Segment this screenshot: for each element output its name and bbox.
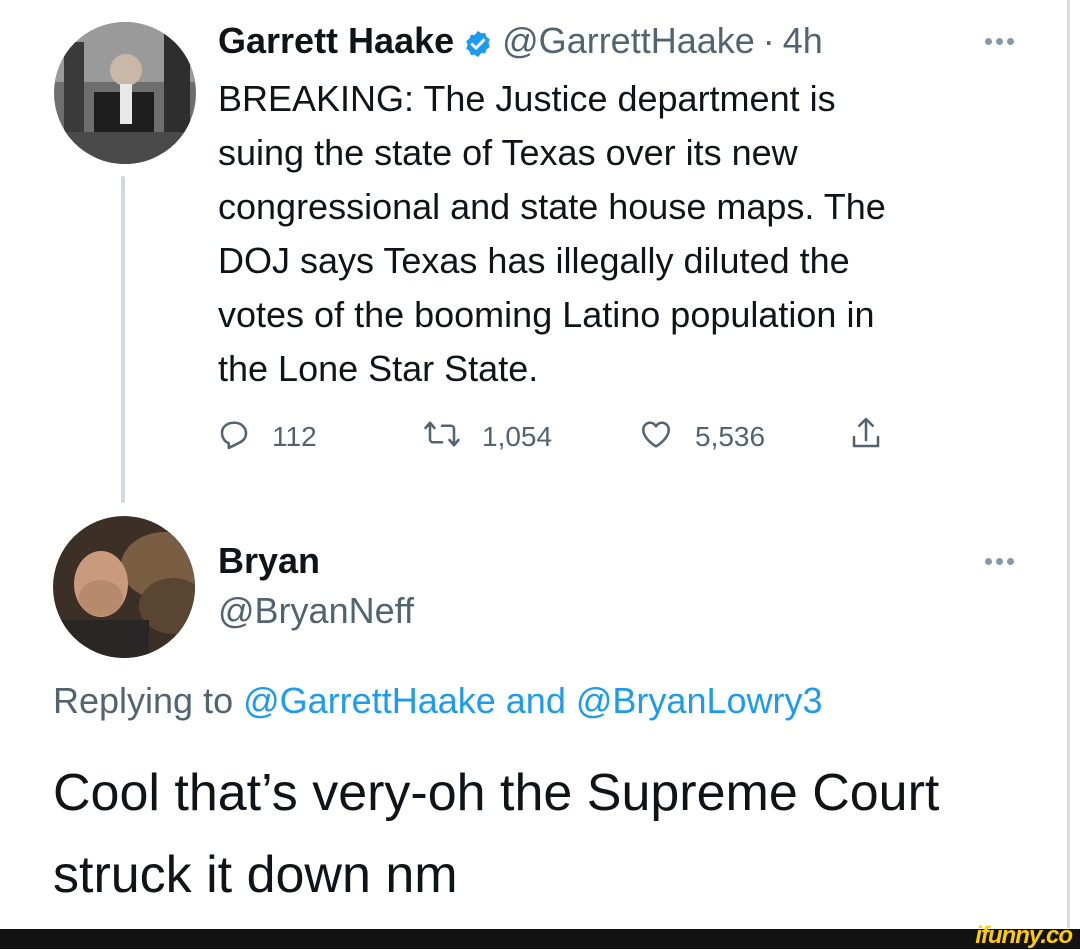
tweet-header: Garrett Haake @GarrettHaake · 4h bbox=[218, 17, 823, 65]
reply-author-name[interactable]: Bryan bbox=[218, 540, 320, 582]
like-button[interactable]: 5,536 bbox=[637, 413, 765, 461]
reply-author-handle[interactable]: @BryanNeff bbox=[218, 590, 414, 632]
reply-count: 112 bbox=[272, 421, 317, 452]
share-button[interactable] bbox=[848, 413, 904, 461]
bryan-avatar[interactable] bbox=[53, 516, 195, 658]
watermark-bar bbox=[0, 929, 1080, 949]
retweet-button[interactable]: 1,054 bbox=[422, 413, 552, 461]
verified-badge-icon bbox=[463, 26, 493, 58]
retweet-icon bbox=[422, 416, 482, 459]
garrett-haake-avatar[interactable] bbox=[54, 22, 196, 164]
right-edge-rule bbox=[1067, 0, 1070, 928]
reply-text: Cool that’s very-oh the Supreme Court st… bbox=[53, 764, 940, 904]
replying-to-line: Replying to @GarrettHaake and @BryanLowr… bbox=[53, 680, 823, 722]
tweet-action-bar: 112 1,054 5,536 bbox=[216, 413, 896, 461]
tweet-timestamp[interactable]: 4h bbox=[783, 20, 823, 62]
replying-prefix: Replying to bbox=[53, 680, 234, 721]
thread-connector-line bbox=[121, 176, 125, 503]
reply-more-options-icon[interactable] bbox=[985, 558, 1014, 565]
like-icon bbox=[637, 416, 695, 459]
reply-button[interactable]: 112 bbox=[216, 413, 317, 461]
mention-link-bryanlowry3[interactable]: @BryanLowry3 bbox=[576, 680, 823, 721]
reply-icon bbox=[216, 416, 272, 459]
header-separator: · bbox=[762, 20, 775, 61]
tweet-more-options-icon[interactable] bbox=[985, 38, 1014, 45]
tweet-author-handle[interactable]: @GarrettHaake bbox=[502, 20, 755, 62]
like-count: 5,536 bbox=[695, 421, 766, 452]
tweet-text: BREAKING: The Justice department is suin… bbox=[218, 78, 886, 389]
retweet-count: 1,054 bbox=[482, 421, 553, 452]
mention-joiner: and bbox=[505, 680, 566, 721]
ifunny-watermark: ifunny.co bbox=[975, 922, 1073, 949]
share-icon bbox=[848, 414, 904, 461]
mention-link-garretthaake[interactable]: @GarrettHaake bbox=[243, 680, 496, 721]
tweet-author-name[interactable]: Garrett Haake bbox=[218, 20, 454, 62]
